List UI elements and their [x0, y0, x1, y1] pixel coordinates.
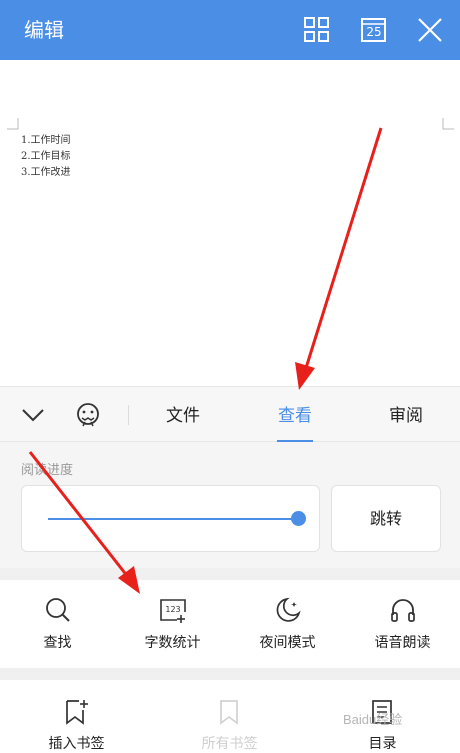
find-label: 查找	[43, 635, 72, 651]
grid-icon[interactable]	[303, 16, 331, 44]
night-mode-label: 夜间模式	[259, 635, 316, 651]
page-number: 25	[366, 25, 382, 39]
margin-corner-right	[442, 118, 454, 130]
jump-button[interactable]: 跳转	[331, 485, 441, 552]
view-tools: 查找 123 字数统计 夜间模式 语音朗读	[0, 580, 460, 668]
headphones-icon	[391, 599, 415, 622]
margin-corner-left	[7, 118, 19, 130]
close-icon[interactable]	[416, 16, 444, 44]
insert-bookmark-label: 插入书签	[48, 736, 105, 752]
night-mode-tool[interactable]: 夜间模式	[230, 580, 345, 668]
search-icon	[46, 598, 70, 622]
all-bookmarks-button[interactable]: 所有书签	[153, 680, 306, 752]
doc-line: 3.工作改进	[21, 167, 71, 178]
bookmark-icon	[220, 700, 238, 725]
progress-slider-track[interactable]	[48, 518, 298, 520]
svg-text:123: 123	[165, 605, 180, 614]
tab-review[interactable]: 审阅	[389, 405, 423, 427]
progress-slider-box	[21, 485, 320, 552]
read-aloud-tool[interactable]: 语音朗读	[345, 580, 460, 668]
tab-separator	[128, 405, 129, 425]
document-text: 1.工作时间 2.工作目标 3.工作改进	[21, 133, 71, 181]
chevron-down-icon[interactable]	[21, 406, 45, 424]
word-count-tool[interactable]: 123 字数统计	[115, 580, 230, 668]
all-bookmarks-label: 所有书签	[201, 736, 258, 752]
reading-progress-panel: 阅读进度 跳转	[0, 442, 460, 568]
word-count-label: 字数统计	[144, 635, 201, 651]
page-number-icon[interactable]: 25	[360, 16, 388, 44]
insert-bookmark-button[interactable]: 插入书签	[0, 680, 153, 752]
moon-icon	[276, 597, 301, 622]
progress-slider-thumb[interactable]	[290, 511, 306, 526]
word-count-icon: 123	[160, 599, 186, 623]
read-aloud-label: 语音朗读	[374, 635, 431, 651]
section-divider	[0, 668, 460, 680]
progress-label: 阅读进度	[21, 463, 74, 478]
tab-view[interactable]: 查看	[278, 405, 312, 427]
doc-line: 2.工作目标	[21, 151, 71, 162]
doc-line: 1.工作时间	[21, 135, 71, 146]
table-of-contents-label: 目录	[368, 736, 397, 752]
watermark: Baidu经验	[343, 712, 403, 727]
page-title: 编辑	[24, 18, 64, 42]
document-canvas[interactable]: 1.工作时间 2.工作目标 3.工作改进	[0, 60, 460, 386]
top-bar: 编辑 25	[0, 0, 460, 60]
emoji-face-icon[interactable]	[75, 402, 101, 428]
tab-file[interactable]: 文件	[166, 405, 200, 427]
section-divider	[0, 568, 460, 580]
bookmark-add-icon	[66, 700, 88, 725]
tab-bar: 文件 查看 审阅	[0, 386, 460, 443]
find-tool[interactable]: 查找	[0, 580, 115, 668]
